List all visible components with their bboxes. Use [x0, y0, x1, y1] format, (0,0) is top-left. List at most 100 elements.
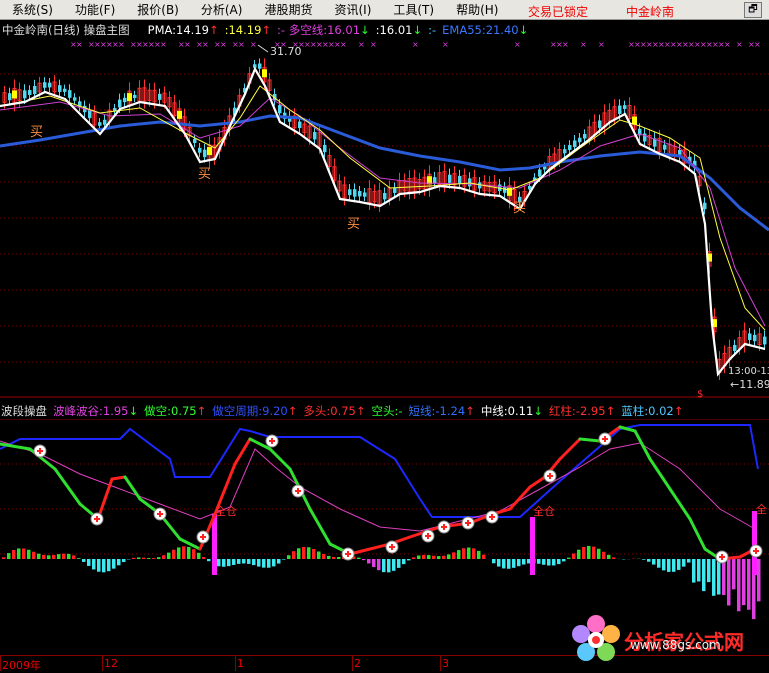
candle-body-down: [198, 148, 202, 153]
histogram-bar-up: [77, 558, 81, 559]
full-position-label: 全仓: [533, 504, 555, 518]
menu-item-4[interactable]: 港股期货: [252, 1, 322, 18]
histogram-bar-up: [152, 558, 156, 559]
menu-item-6[interactable]: 工具(T): [381, 1, 444, 18]
histogram-bar-down: [677, 559, 681, 570]
histogram-bar-up: [17, 548, 21, 559]
histogram-bar-down: [387, 559, 391, 572]
candle-body-down: [133, 95, 137, 98]
histogram-bar-down: [692, 559, 696, 583]
histogram-bar-down: [112, 559, 116, 569]
wave-segment: [580, 439, 600, 441]
histogram-bar-up: [302, 547, 306, 559]
histogram-bar-up: [607, 555, 611, 559]
sub-chart-title: 波段操盘: [1, 403, 47, 419]
wave-segment: [510, 487, 530, 509]
histogram-bar-down: [717, 559, 721, 595]
signal-x-mark: ×: [202, 40, 209, 49]
histogram-bar-down: [527, 559, 531, 563]
histogram-bar-down: [122, 559, 126, 562]
time-axis-label: 2: [354, 657, 361, 670]
candle-body-down: [763, 337, 767, 345]
ema55-value: EMA55:21.40: [442, 23, 519, 37]
time-axis-label: 12: [104, 657, 118, 670]
menu-item-2[interactable]: 报价(B): [125, 1, 189, 18]
histogram-bar-down: [542, 559, 546, 565]
wave-segment: [690, 519, 705, 549]
bofeng-arrow-icon: ↓: [128, 404, 138, 418]
histogram-bar-up: [422, 555, 426, 559]
histogram-bar-up: [157, 557, 161, 559]
lanzhu-arrow-icon: ↑: [674, 404, 684, 418]
histogram-bar-down: [757, 559, 761, 601]
histogram-bar-up: [2, 557, 6, 559]
histogram-bar-down: [507, 559, 511, 569]
candle-body-down: [323, 145, 327, 152]
histogram-bar-up: [417, 555, 421, 559]
candle-body-down: [123, 98, 127, 102]
histogram-bar-up: [27, 550, 31, 559]
histogram-bar-down: [712, 559, 716, 596]
histogram-bar-up: [297, 548, 301, 559]
histogram-bar-up: [32, 552, 36, 559]
dollar-mark: $: [697, 389, 703, 398]
candle-body-down: [348, 189, 352, 195]
histogram-bar-up: [477, 551, 481, 559]
wave-segment: [55, 469, 80, 504]
v4-value: :16.01: [376, 23, 413, 37]
histogram-bar-down: [232, 559, 236, 565]
candle-body-down: [193, 139, 197, 143]
candle-body-down: [43, 82, 47, 88]
histogram-bar-down: [252, 559, 256, 565]
signal-x-mark: ×: [118, 40, 125, 49]
histogram-bar-down: [97, 559, 101, 572]
candle-body-down: [8, 93, 12, 100]
locked-stock-name: 中金岭南: [626, 3, 674, 20]
signal-x-mark: ×: [580, 40, 587, 49]
time-axis-tick: [235, 656, 236, 671]
signal-x-mark: ×: [412, 40, 419, 49]
menu-item-5[interactable]: 资讯(I): [322, 1, 381, 18]
histogram-bar-down: [372, 559, 376, 567]
histogram-bar-up: [587, 546, 591, 559]
menu-item-7[interactable]: 帮助(H): [444, 1, 508, 18]
candle-body-down: [543, 166, 547, 169]
candle-body-down: [538, 169, 542, 176]
histogram-bar-down: [402, 559, 406, 564]
ema55-line: [0, 116, 769, 230]
histogram-bar-down: [707, 559, 711, 582]
candle-body-down: [48, 83, 52, 88]
candle-body-down: [33, 86, 37, 94]
histogram-bar-down: [367, 559, 371, 563]
wave-segment: [670, 489, 690, 519]
histogram-bar-down: [247, 559, 251, 564]
histogram-bar-down: [557, 559, 561, 564]
candle-body-down: [353, 189, 357, 197]
signal-x-mark: ×: [76, 40, 83, 49]
histogram-bar-up: [602, 552, 606, 559]
histogram-bar-down: [272, 559, 276, 566]
candle-body-down: [58, 85, 62, 92]
candle-body-down: [623, 105, 627, 109]
candle-body-down: [748, 333, 752, 340]
histogram-bar-down: [647, 559, 651, 562]
histogram-bar-up: [567, 558, 571, 559]
histogram-bar-down: [107, 559, 111, 571]
menu-item-1[interactable]: 功能(F): [63, 1, 125, 18]
histogram-bar-up: [182, 546, 186, 559]
histogram-bar-down: [397, 559, 401, 568]
v4-arrow-icon: ↓: [412, 23, 422, 37]
signal-x-mark: ×: [724, 40, 731, 49]
candle-body-down: [103, 120, 107, 125]
restore-window-button[interactable]: 🗗: [744, 2, 762, 18]
histogram-bar-down: [687, 559, 691, 563]
main-candlestick-chart[interactable]: ××××××××××××××××××××××××××××××××××××××××…: [0, 38, 769, 398]
candle-body-down: [573, 140, 577, 147]
menu-item-0[interactable]: 系统(S): [0, 1, 63, 18]
histogram-bar-up: [357, 558, 361, 559]
histogram-bar-down: [522, 559, 526, 565]
signal-x-mark: ×: [598, 40, 605, 49]
candle-body-down: [63, 89, 67, 92]
menu-item-3[interactable]: 分析(A): [189, 1, 253, 18]
histogram-bar-down: [497, 559, 501, 567]
